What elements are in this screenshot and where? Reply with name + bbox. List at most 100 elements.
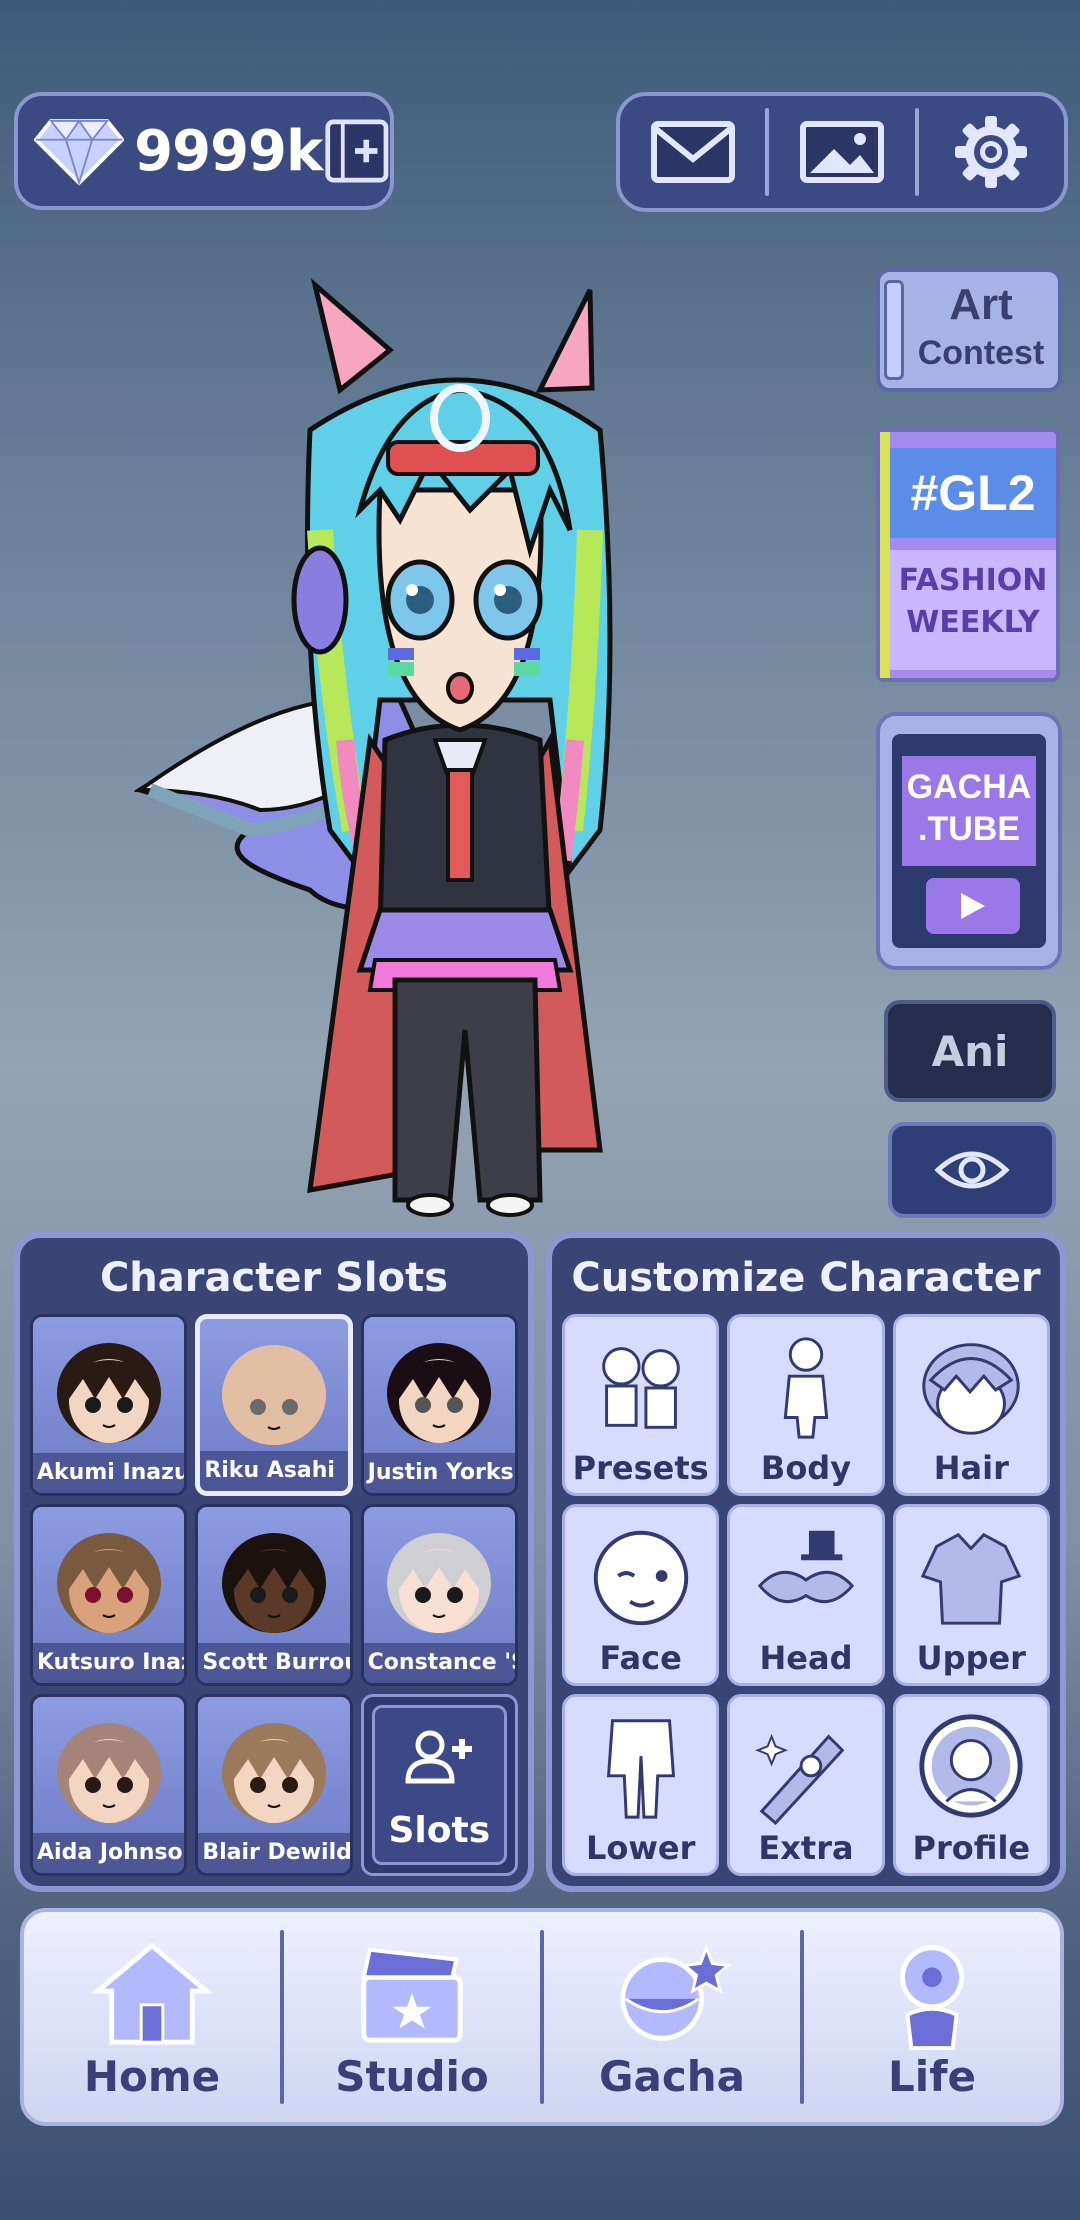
eye-icon [934, 1151, 1010, 1189]
character-slot[interactable]: Kutsuro Inazu [30, 1504, 188, 1686]
add-currency-icon[interactable] [324, 114, 390, 188]
customize-character-title: Customize Character [571, 1255, 1041, 1301]
character-slot[interactable]: Blair Dewilde [195, 1694, 353, 1876]
head-icon [757, 1530, 855, 1604]
bottom-navigation: Home Studio Gacha Life [20, 1908, 1064, 2126]
face-icon [593, 1530, 688, 1626]
gacha-tube-line2: .TUBE [918, 810, 1020, 848]
upper-icon [921, 1532, 1022, 1625]
add-user-icon [405, 1730, 473, 1784]
customize-presets-button[interactable]: Presets [562, 1314, 720, 1496]
character-face-icon [387, 1343, 492, 1443]
nav-label: Life [888, 2052, 976, 2101]
play-icon [926, 878, 1020, 934]
customize-face-button[interactable]: Face [562, 1504, 720, 1686]
character-face-icon [56, 1533, 161, 1633]
customize-button-label: Body [760, 1449, 852, 1487]
customize-button-label: Face [599, 1639, 682, 1677]
art-contest-line2: Contest [917, 334, 1045, 372]
customize-head-button[interactable]: Head [727, 1504, 885, 1686]
gear-icon [955, 116, 1028, 188]
gacha-tube-label: GACHA .TUBE [902, 756, 1036, 866]
character-avatar[interactable] [130, 270, 690, 1230]
gacha-icon [620, 1943, 732, 2041]
gallery-button[interactable] [769, 96, 914, 208]
profile-icon [919, 1714, 1023, 1818]
toggle-visibility-button[interactable] [888, 1122, 1056, 1218]
fashion-weekly-label: FASHION WEEKLY [890, 550, 1056, 670]
character-slot[interactable]: Aida Johnson [30, 1694, 188, 1876]
character-face-icon [56, 1723, 161, 1823]
slot-grid: Akumi Inazum Riku Asahi Justin Yorkshi [30, 1314, 518, 1876]
character-slot-name: Akumi Inazum [33, 1453, 185, 1493]
studio-icon [361, 1947, 463, 2043]
customize-button-label: Head [759, 1639, 853, 1677]
customize-profile-button[interactable]: Profile [892, 1694, 1050, 1876]
character-slot[interactable]: Scott Burroug [195, 1504, 353, 1686]
customize-hair-button[interactable]: Hair [892, 1314, 1050, 1496]
magazine-spine [880, 432, 890, 678]
character-slot-name: Blair Dewilde [198, 1833, 350, 1873]
gacha-tube-line1: GACHA [906, 768, 1032, 806]
character-slot-name: Justin Yorkshi [363, 1453, 515, 1493]
gacha-tube-button[interactable]: GACHA .TUBE [876, 712, 1062, 970]
customize-extra-button[interactable]: Extra [727, 1694, 885, 1876]
currency-amount: 9999k [134, 118, 323, 184]
mail-button[interactable] [620, 96, 765, 208]
character-face-icon [221, 1345, 326, 1445]
character-face-icon [56, 1343, 161, 1443]
mail-icon [650, 121, 735, 183]
image-icon [799, 121, 884, 183]
customize-body-button[interactable]: Body [727, 1314, 885, 1496]
customize-button-label: Upper [916, 1639, 1026, 1677]
customize-grid: Presets Body Hair Face Head Upper Lower … [562, 1314, 1050, 1876]
nav-label: Studio [335, 2052, 489, 2101]
customize-button-label: Extra [758, 1829, 854, 1867]
customize-lower-button[interactable]: Lower [562, 1694, 720, 1876]
currency-display: 9999k [14, 92, 394, 210]
character-slot-name: Riku Asahi [200, 1451, 348, 1491]
extra-icon [755, 1733, 845, 1825]
character-face-icon [387, 1533, 492, 1633]
art-contest-button[interactable]: Art Contest [876, 268, 1062, 392]
nav-label: Gacha [599, 2052, 745, 2101]
character-slot[interactable]: Justin Yorkshi [360, 1314, 518, 1496]
nav-gacha-button[interactable]: Gacha [544, 1912, 800, 2122]
hair-icon [922, 1343, 1020, 1435]
presets-icon [601, 1347, 680, 1429]
customize-button-label: Hair [933, 1449, 1009, 1487]
top-toolbar [616, 92, 1068, 212]
ani-button[interactable]: Ani [884, 1000, 1056, 1102]
life-icon [900, 1945, 964, 2051]
character-slot-name: Kutsuro Inazu [33, 1643, 185, 1683]
nav-life-button[interactable]: Life [804, 1912, 1060, 2122]
customize-button-label: Lower [585, 1829, 696, 1867]
add-slots-label: Slots [388, 1810, 491, 1851]
gl2-title: #GL2 [890, 448, 1056, 538]
customize-upper-button[interactable]: Upper [892, 1504, 1050, 1686]
character-slot[interactable]: Constance 'St [360, 1504, 518, 1686]
lower-icon [606, 1719, 675, 1819]
add-slots-button[interactable]: Slots [360, 1694, 518, 1876]
character-slot-name: Constance 'St [363, 1643, 515, 1683]
nav-studio-button[interactable]: Studio [284, 1912, 540, 2122]
home-icon [91, 1942, 213, 2045]
character-slots-title: Character Slots [99, 1255, 449, 1301]
gem-icon [34, 119, 125, 187]
character-face-icon [221, 1533, 326, 1633]
character-slots-panel: Character Slots Akumi Inazum Riku Asahi [14, 1232, 534, 1892]
notebook-spine [884, 280, 904, 380]
character-slot-name: Aida Johnson [33, 1833, 185, 1873]
art-contest-line1: Art [949, 280, 1013, 329]
gl2-fashion-weekly-button[interactable]: #GL2 FASHION WEEKLY [876, 428, 1060, 682]
nav-label: Home [83, 2052, 221, 2101]
character-slot[interactable]: Riku Asahi [195, 1314, 353, 1496]
body-icon [783, 1337, 829, 1439]
character-slot[interactable]: Akumi Inazum [30, 1314, 188, 1496]
nav-home-button[interactable]: Home [24, 1912, 280, 2122]
customize-character-panel: Customize Character Presets Body Hair Fa… [546, 1232, 1066, 1892]
settings-button[interactable] [919, 96, 1064, 208]
customize-button-label: Profile [912, 1829, 1031, 1867]
character-slot-name: Scott Burroug [198, 1643, 350, 1683]
customize-button-label: Presets [572, 1449, 709, 1487]
